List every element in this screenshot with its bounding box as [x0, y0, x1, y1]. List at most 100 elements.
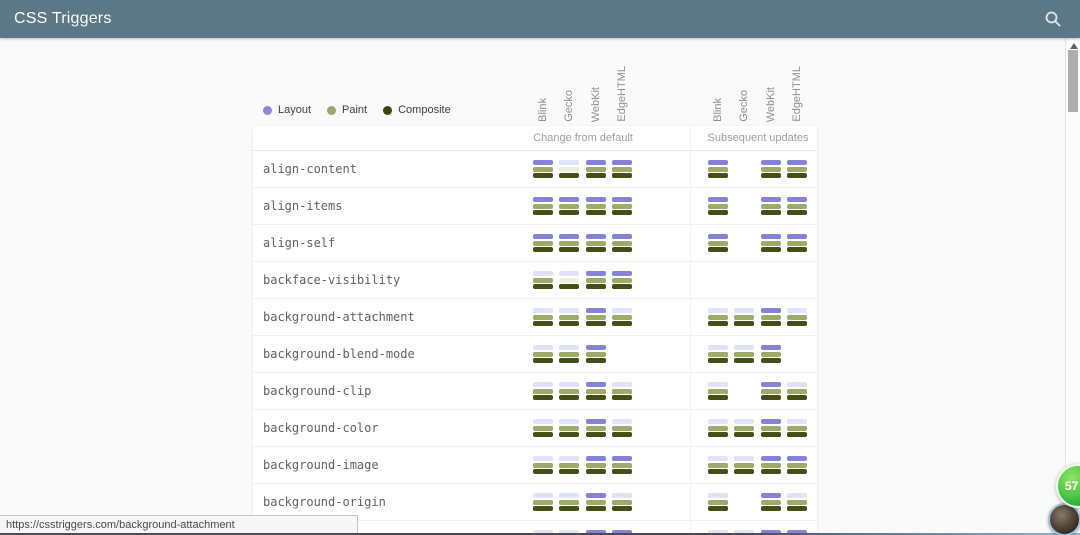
paint-bar-active: [533, 500, 553, 505]
paint-bar-active: [708, 426, 728, 431]
trigger-indicator-edgehtml-change: [612, 493, 632, 511]
composite-bar-active: [708, 247, 728, 252]
layout-bar-active: [559, 234, 579, 239]
browser-label-gecko-change: Gecko: [562, 90, 576, 122]
trigger-indicator-gecko-change: [559, 234, 579, 252]
composite-bar-active: [559, 506, 579, 511]
property-link[interactable]: backface-visibility: [263, 262, 400, 298]
composite-bar-active: [533, 506, 553, 511]
composite-bar-active: [612, 321, 632, 326]
paint-bar-active: [761, 167, 781, 172]
layout-bar-inactive: [612, 308, 632, 313]
paint-bar-active: [586, 241, 606, 246]
trigger-indicator-gecko-change: [559, 160, 579, 178]
trigger-indicator-webkit-change: [586, 308, 606, 326]
section-header-change: Change from default: [533, 132, 633, 144]
paint-bar-inactive: [559, 167, 579, 172]
scroll-up-arrow-icon[interactable]: [1070, 43, 1078, 49]
trigger-indicator-webkit-subsequent: [761, 382, 781, 400]
paint-bar-active: [533, 352, 553, 357]
layout-bar-active: [761, 234, 781, 239]
composite-bar-active: [586, 358, 606, 363]
layout-bar-active: [586, 382, 606, 387]
layout-bar-active: [612, 234, 632, 239]
paint-bar-active: [787, 167, 807, 172]
paint-bar-active: [708, 389, 728, 394]
composite-bar-active: [734, 321, 754, 326]
trigger-indicator-edgehtml-change: [612, 308, 632, 326]
paint-bar-active: [787, 241, 807, 246]
trigger-indicator-edgehtml-change: [612, 271, 632, 289]
composite-bar-active: [559, 284, 579, 289]
composite-bar-active: [708, 358, 728, 363]
table-row: background-clip: [253, 373, 817, 410]
property-link[interactable]: align-items: [263, 188, 342, 224]
browser-label-webkit-subsequent: WebKit: [764, 87, 778, 122]
property-link[interactable]: background-color: [263, 410, 379, 446]
trigger-indicator-edgehtml-subsequent: [787, 493, 807, 511]
trigger-indicator-blink-subsequent: [708, 456, 728, 474]
property-link[interactable]: background-attachment: [263, 299, 415, 335]
paint-bar-active: [586, 315, 606, 320]
layout-bar-active: [708, 234, 728, 239]
paint-bar-active: [533, 315, 553, 320]
composite-bar-active: [734, 358, 754, 363]
composite-bar-active: [559, 173, 579, 178]
page-scrollbar[interactable]: [1065, 38, 1080, 533]
trigger-indicator-blink-subsequent: [708, 308, 728, 326]
property-link[interactable]: align-self: [263, 225, 335, 261]
trigger-indicator-webkit-change: [586, 271, 606, 289]
paint-bar-active: [708, 500, 728, 505]
paint-bar-active: [533, 463, 553, 468]
layout-bar-active: [586, 160, 606, 165]
layout-bar-inactive: [734, 308, 754, 313]
trigger-indicator-webkit-subsequent: [761, 419, 781, 437]
property-link[interactable]: align-content: [263, 151, 357, 187]
layout-bar-inactive: [559, 345, 579, 350]
scrollbar-thumb[interactable]: [1068, 50, 1078, 112]
layout-bar-active: [612, 456, 632, 461]
layout-bar-active: [586, 308, 606, 313]
layout-bar-active: [761, 493, 781, 498]
status-url: https://csstriggers.com/background-attac…: [6, 519, 235, 531]
layout-bar-active: [787, 160, 807, 165]
paint-bar-active: [612, 463, 632, 468]
composite-bar-active: [586, 432, 606, 437]
triggers-table-card: Change from default Subsequent updates a…: [253, 126, 817, 535]
table-row: align-self: [253, 225, 817, 262]
paint-bar-active: [708, 352, 728, 357]
trigger-indicator-webkit-subsequent: [761, 493, 781, 511]
layout-bar-inactive: [533, 271, 553, 276]
trigger-indicator-edgehtml-subsequent: [787, 160, 807, 178]
layout-bar-active: [586, 345, 606, 350]
composite-bar-active: [559, 247, 579, 252]
paint-bar-active: [761, 426, 781, 431]
link-status-bar: https://csstriggers.com/background-attac…: [0, 515, 358, 533]
composite-bar-active: [612, 284, 632, 289]
paint-bar-active: [559, 352, 579, 357]
property-link[interactable]: background-clip: [263, 373, 371, 409]
app-bar: CSS Triggers: [0, 0, 1080, 38]
property-link[interactable]: background-image: [263, 447, 379, 483]
trigger-indicator-blink-change: [533, 456, 553, 474]
paint-bar-active: [708, 315, 728, 320]
notification-badge-bubble[interactable]: 57: [1056, 464, 1080, 508]
trigger-indicator-edgehtml-subsequent: [787, 419, 807, 437]
trigger-indicator-edgehtml-change: [612, 160, 632, 178]
trigger-indicator-edgehtml-subsequent: [787, 234, 807, 252]
paint-bar-active: [586, 167, 606, 172]
paint-bar-active: [533, 389, 553, 394]
search-button[interactable]: [1040, 6, 1066, 32]
paint-bar-active: [586, 426, 606, 431]
property-link[interactable]: background-blend-mode: [263, 336, 415, 372]
layout-bar-active: [787, 197, 807, 202]
trigger-indicator-edgehtml-change: [612, 419, 632, 437]
paint-bar-active: [533, 167, 553, 172]
paint-bar-active: [787, 389, 807, 394]
composite-bar-active: [787, 469, 807, 474]
trigger-indicator-webkit-subsequent: [761, 160, 781, 178]
paint-bar-active: [708, 463, 728, 468]
browser-label-edgehtml-change: EdgeHTML: [615, 66, 629, 122]
layout-bar-active: [761, 197, 781, 202]
layout-bar-inactive: [533, 382, 553, 387]
